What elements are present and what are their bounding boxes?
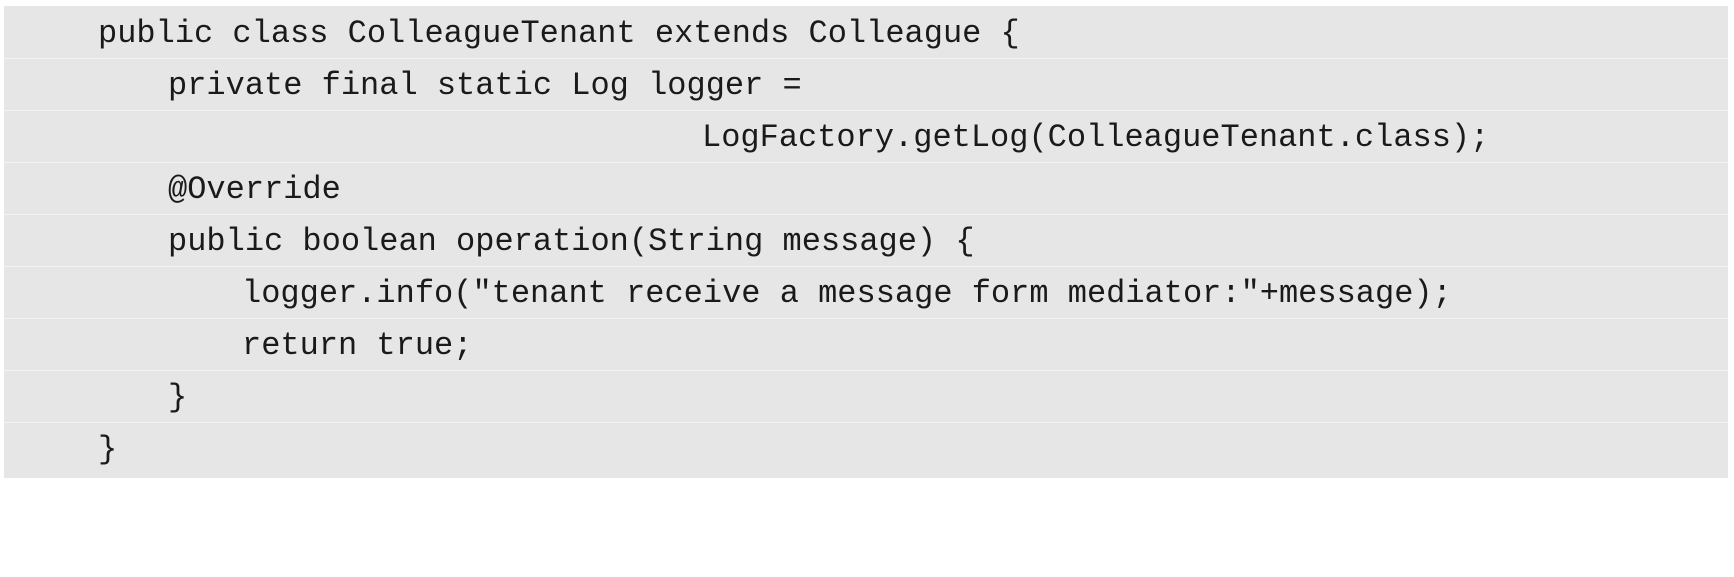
code-line-4-text: @Override [168,171,341,208]
code-line-3: LogFactory.getLog(ColleagueTenant.class)… [4,112,1728,163]
code-line-1-text: public class ColleagueTenant extends Col… [98,15,1020,52]
code-line-6: logger.info("tenant receive a message fo… [4,268,1728,319]
code-line-2: private final static Log logger = [4,60,1728,111]
code-line-6-text: logger.info("tenant receive a message fo… [242,275,1452,312]
code-line-2-text: private final static Log logger = [168,67,802,104]
code-line-5-text: public boolean operation(String message)… [168,223,975,260]
code-line-9-text: } [98,431,118,468]
code-line-8: } [4,372,1728,423]
code-line-7: return true; [4,320,1728,371]
code-line-1: public class ColleagueTenant extends Col… [4,8,1728,59]
code-line-3-text: LogFactory.getLog(ColleagueTenant.class)… [702,119,1490,156]
code-line-4: @Override [4,164,1728,215]
code-line-8-text: } [168,379,188,416]
code-block: public class ColleagueTenant extends Col… [4,6,1728,478]
code-line-9: } [4,424,1728,475]
code-line-5: public boolean operation(String message)… [4,216,1728,267]
code-line-7-text: return true; [242,327,473,364]
